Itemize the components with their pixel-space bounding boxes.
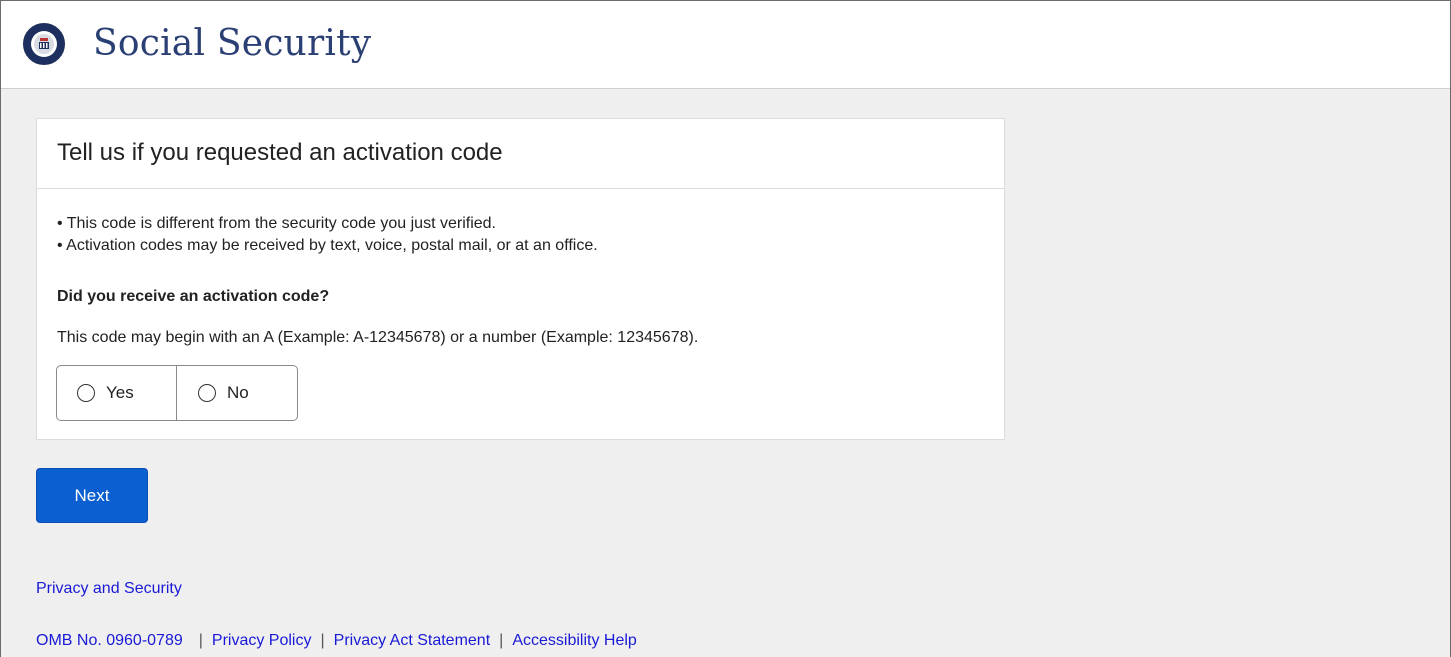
next-button[interactable]: Next	[36, 468, 148, 523]
question-label: Did you receive an activation code?	[57, 288, 330, 305]
info-bullets: • This code is different from the securi…	[57, 213, 598, 257]
bullet-item: • Activation codes may be received by te…	[57, 237, 598, 254]
privacy-and-security-link[interactable]: Privacy and Security	[36, 580, 182, 598]
privacy-act-statement-link[interactable]: Privacy Act Statement	[334, 632, 491, 649]
accessibility-help-link[interactable]: Accessibility Help	[512, 632, 636, 649]
bullet-item: • This code is different from the securi…	[57, 215, 496, 232]
radio-circle-icon[interactable]	[77, 384, 95, 402]
footer-links: OMB No. 0960-0789 | Privacy Policy | Privacy…	[36, 632, 637, 650]
privacy-policy-link[interactable]: Privacy Policy	[212, 632, 312, 649]
activation-code-radio-group: Yes No	[56, 365, 298, 421]
question-hint: This code may begin with an A (Example: …	[57, 329, 699, 346]
footer-separator: |	[320, 632, 325, 649]
activation-code-card: Tell us if you requested an activation c…	[36, 118, 1005, 440]
site-header: Social Security	[1, 1, 1450, 89]
ssa-seal-logo[interactable]	[23, 23, 65, 65]
radio-option-no[interactable]: No	[177, 366, 297, 420]
page-frame: Social Security Tell us if you requested…	[0, 0, 1451, 657]
card-header: Tell us if you requested an activation c…	[37, 119, 1004, 189]
footer-separator: |	[499, 632, 504, 649]
footer-separator: |	[198, 632, 203, 649]
omb-number: OMB No. 0960-0789	[36, 632, 183, 649]
radio-label-yes: Yes	[106, 383, 134, 402]
radio-option-yes[interactable]: Yes	[57, 366, 177, 420]
brand-title[interactable]: Social Security	[93, 23, 371, 64]
page-title: Tell us if you requested an activation c…	[57, 139, 503, 166]
radio-circle-icon[interactable]	[198, 384, 216, 402]
radio-label-no: No	[227, 383, 249, 402]
